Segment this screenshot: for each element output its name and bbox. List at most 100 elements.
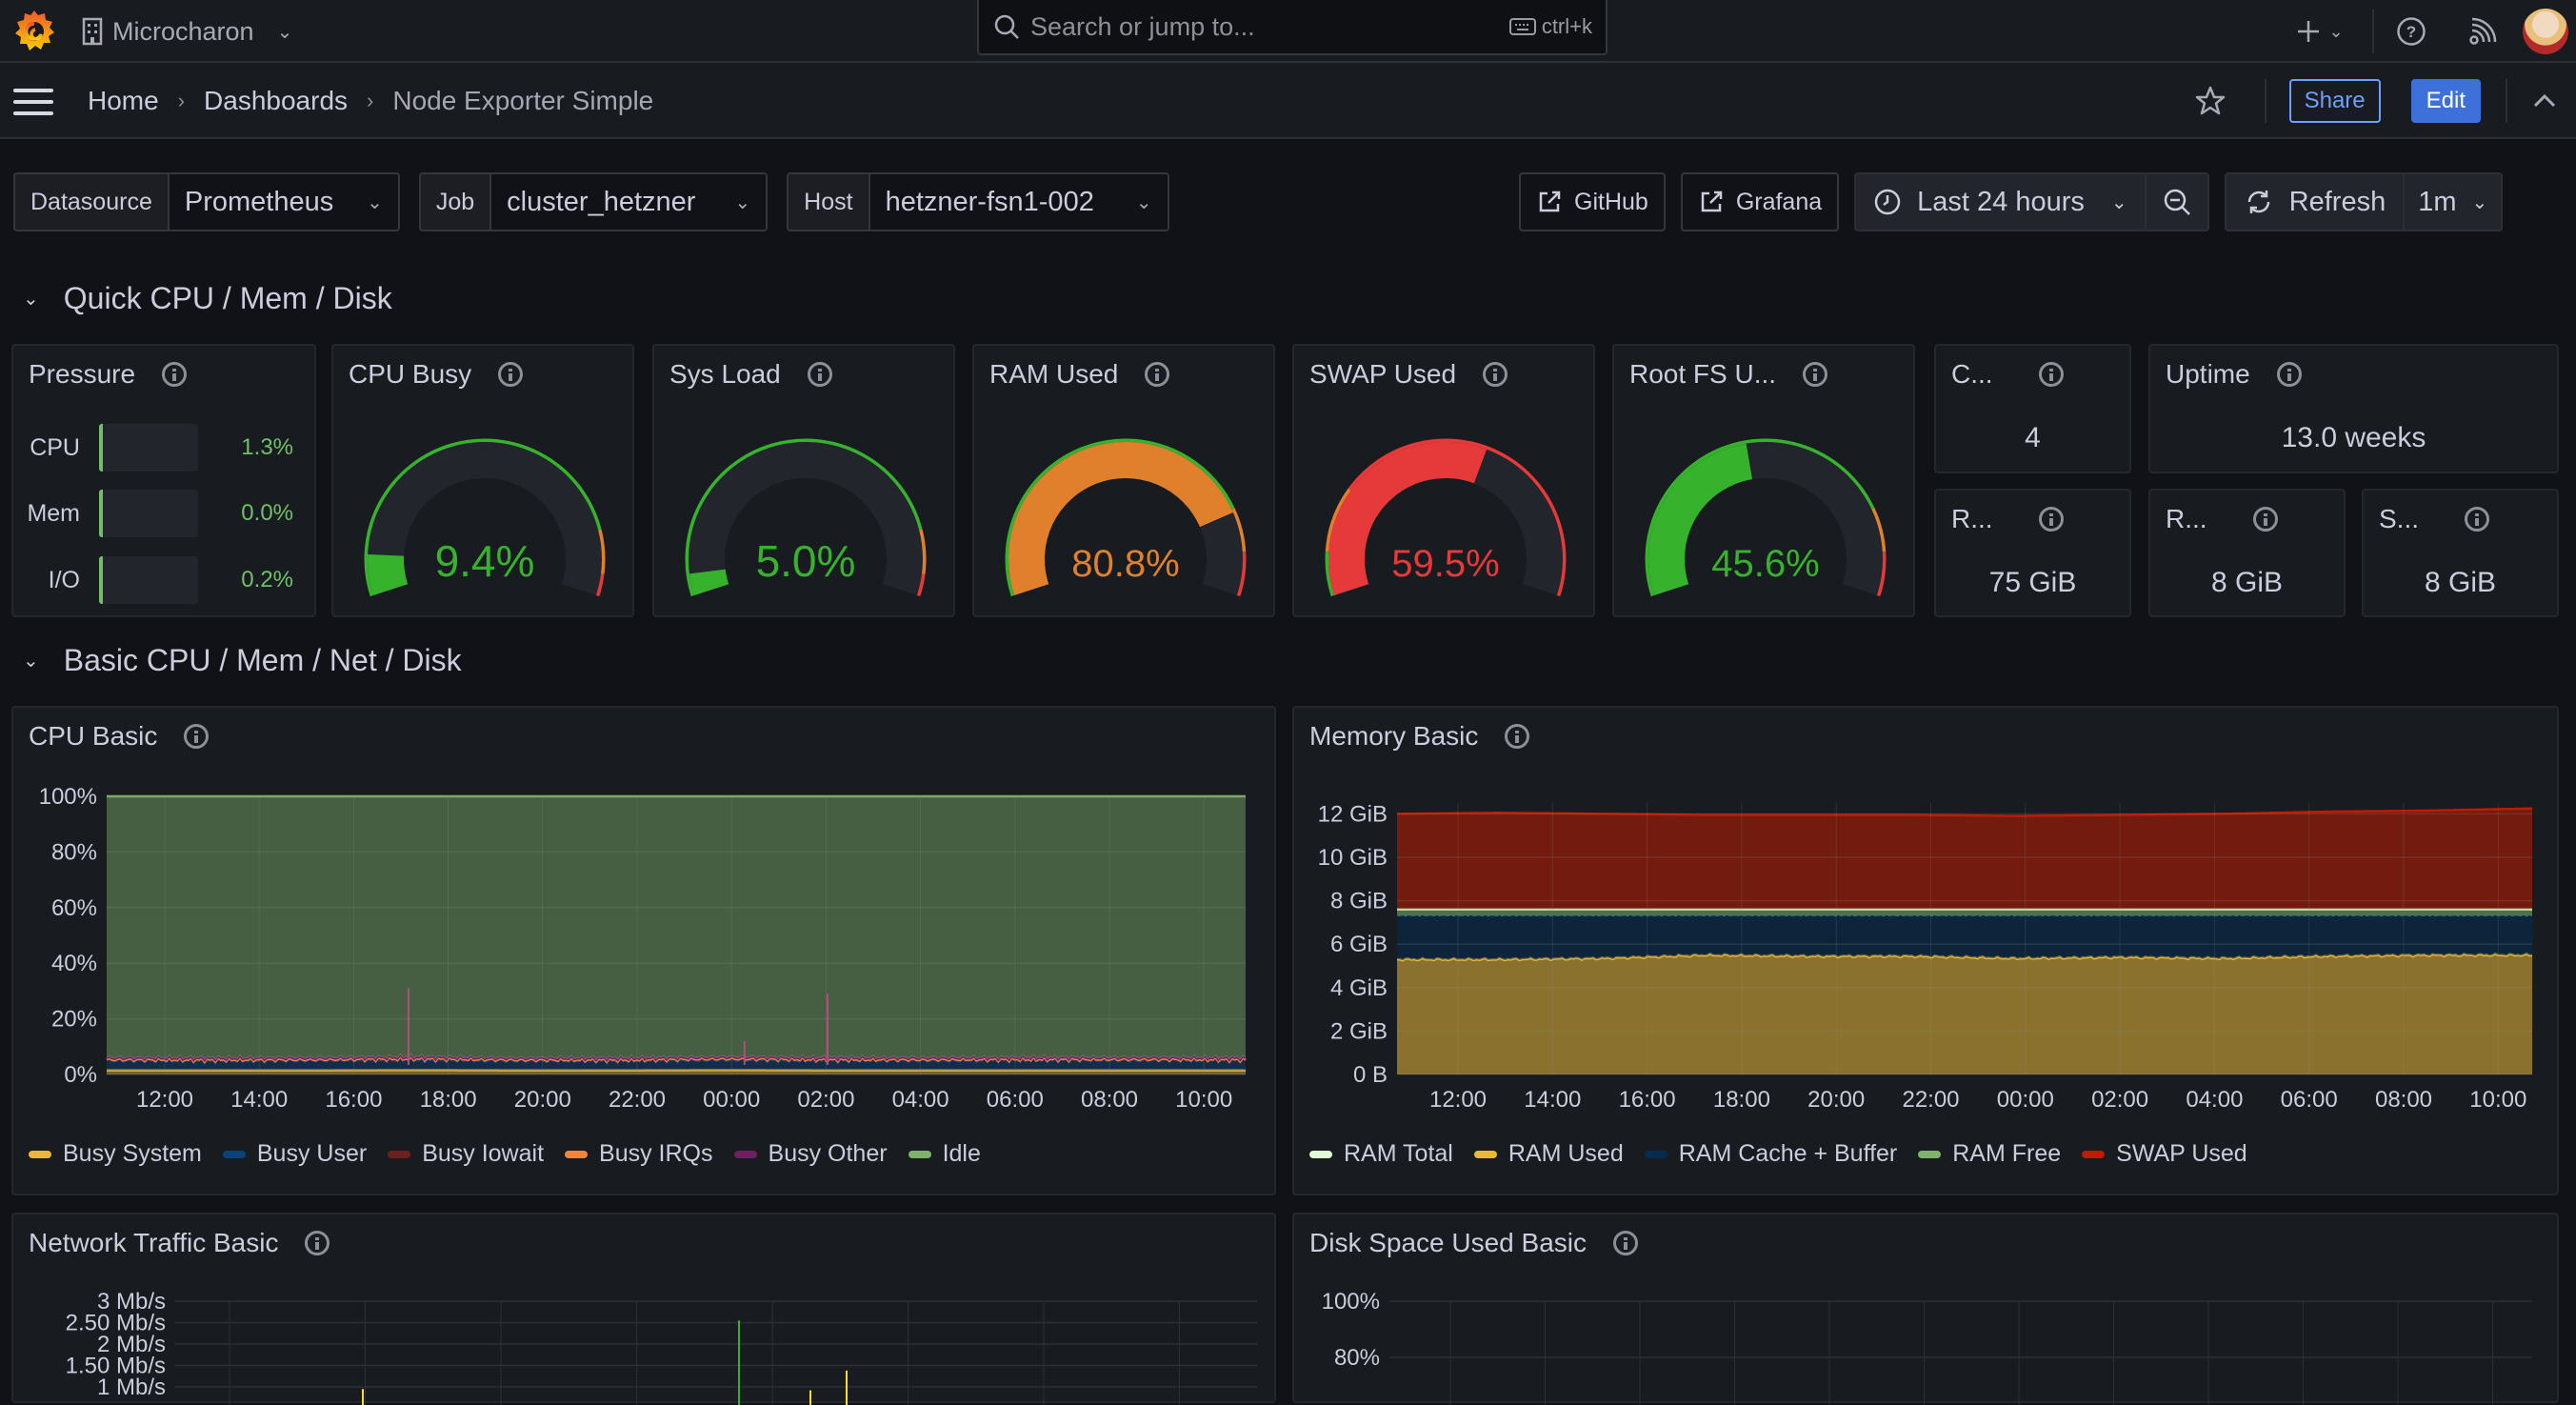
legend-item[interactable]: RAM Total [1309,1140,1453,1168]
search-input[interactable]: Search or jump to... ctrl+k [977,0,1608,55]
help-button[interactable]: ? [2374,16,2448,47]
grafana-logo-icon[interactable] [11,8,57,53]
info-icon[interactable] [1145,362,1169,387]
info-icon[interactable] [2465,507,2489,532]
legend-item[interactable]: RAM Cache + Buffer [1645,1140,1898,1168]
job-select[interactable]: cluster_hetzner⌄ [491,172,768,231]
variable-label: Datasource [13,172,170,231]
x-tick-label: 04:00 [2186,1087,2243,1113]
panel-title: RAM Used [989,359,1169,390]
breadcrumb-bar: Home › Dashboards › Node Exporter Simple… [0,63,2576,139]
panel-title: Uptime [2166,359,2302,390]
org-switcher[interactable]: Microcharon ⌄ [82,10,292,53]
x-tick-label: 12:00 [136,1087,193,1113]
panel-title: Sys Load [669,359,832,390]
gauge: 45.6% [1614,403,1917,612]
x-tick-label: 04:00 [892,1087,949,1113]
panel-ram-total: R... 8 GiB [2148,489,2346,617]
info-icon[interactable] [808,362,832,387]
memory-basic-chart[interactable]: 0 B2 GiB4 GiB6 GiB8 GiB10 GiB12 GiB12:00… [1294,765,2561,1184]
breadcrumb-dashboards[interactable]: Dashboards [204,86,348,116]
x-tick-label: 08:00 [1081,1087,1138,1113]
y-tick-label: 2 GiB [1330,1018,1388,1044]
legend-label: Busy System [63,1140,202,1168]
info-icon[interactable] [2039,507,2064,532]
info-icon[interactable] [1613,1231,1638,1255]
info-icon[interactable] [162,362,187,387]
legend-item[interactable]: Busy User [223,1140,367,1168]
info-icon[interactable] [2039,362,2064,387]
row-title: Basic CPU / Mem / Net / Disk [64,643,462,678]
search-icon [992,12,1021,41]
x-tick-label: 20:00 [1807,1087,1865,1113]
grafana-link[interactable]: Grafana [1681,172,1839,231]
disk-basic-chart[interactable]: 100%80% [1294,1272,2561,1405]
row-header-quick[interactable]: ⌄ Quick CPU / Mem / Disk [23,277,392,319]
dashboard-links: GitHub Grafana Last 24 hours ⌄ Refresh 1… [1519,172,2503,231]
panel-title: C... [1951,359,2064,390]
refresh-button[interactable]: Refresh [2227,174,2404,230]
github-link[interactable]: GitHub [1519,172,1666,231]
new-button[interactable]: ⌄ [2288,19,2351,44]
gauge-value-text: 9.4% [435,536,535,586]
time-range-button[interactable]: Last 24 hours ⌄ [1856,174,2145,230]
legend-swatch [909,1151,931,1158]
chart-legend: RAM Total RAM Used RAM Cache + Buffer RAM F… [1309,1140,2247,1168]
refresh-icon [2244,187,2274,217]
cpu-basic-chart[interactable]: 0%20%40%60%80%100%12:0014:0016:0018:0020… [13,765,1278,1184]
legend-item[interactable]: Busy Other [734,1140,888,1168]
edit-button[interactable]: Edit [2411,79,2481,123]
info-icon[interactable] [1803,362,1827,387]
datasource-select[interactable]: Prometheus⌄ [170,172,400,231]
info-icon[interactable] [1505,724,1529,749]
legend-label: Busy Other [769,1140,888,1168]
breadcrumb-home[interactable]: Home [88,86,159,116]
y-tick-label: 10 GiB [1318,845,1388,871]
variable-job: Job cluster_hetzner⌄ [419,172,768,231]
info-icon[interactable] [2277,362,2302,387]
legend-item[interactable]: Busy Iowait [388,1140,544,1168]
panel-title: Network Traffic Basic [29,1228,329,1258]
refresh-interval-select[interactable]: 1m ⌄ [2403,174,2501,230]
host-select[interactable]: hetzner-fsn1-002⌄ [870,172,1169,231]
legend-item[interactable]: RAM Free [1918,1140,2061,1168]
legend-label: Busy IRQs [599,1140,712,1168]
x-tick-label: 10:00 [2469,1087,2526,1113]
panel-pressure: Pressure CPU1.3% Mem0.0% I/O0.2% [11,344,316,617]
external-link-icon [1698,189,1725,215]
legend-item[interactable]: Idle [909,1140,981,1168]
x-tick-label: 00:00 [1997,1087,2054,1113]
legend-item[interactable]: SWAP Used [2082,1140,2247,1168]
panel-title: R... [2166,504,2278,534]
pressure-row-io: I/O0.2% [27,556,293,604]
legend-swatch [29,1151,51,1158]
legend-item[interactable]: RAM Used [1474,1140,1624,1168]
stat-value: 13.0 weeks [2150,422,2557,454]
star-icon[interactable] [2194,85,2227,117]
info-icon[interactable] [1483,362,1508,387]
legend-item[interactable]: Busy IRQs [565,1140,712,1168]
info-icon[interactable] [305,1231,329,1255]
network-basic-chart[interactable]: 1 Mb/s1.50 Mb/s2 Mb/s2.50 Mb/s3 Mb/s [13,1272,1278,1405]
info-icon[interactable] [498,362,523,387]
info-icon[interactable] [2253,507,2278,532]
menu-toggle-icon[interactable] [13,89,53,115]
share-button[interactable]: Share [2289,79,2381,123]
panel-title: Memory Basic [1309,721,1529,752]
y-tick-label: 100% [39,784,97,810]
zoom-out-button[interactable] [2145,174,2207,230]
legend-item[interactable]: Busy System [29,1140,202,1168]
topnav-actions: ⌄ ? [2288,0,2576,63]
info-icon[interactable] [184,724,209,749]
row-header-basic[interactable]: ⌄ Basic CPU / Mem / Net / Disk [23,639,462,681]
stat-value: 8 GiB [2150,567,2344,599]
panel-rootfs-total: R... 75 GiB [1934,489,2131,617]
gauge-value-text: 45.6% [1711,543,1819,585]
panel-cpu-cores: C... 4 [1934,344,2131,473]
y-tick-label: 40% [51,951,97,976]
x-tick-label: 20:00 [514,1087,571,1113]
chevron-up-icon[interactable] [2532,93,2557,109]
user-avatar[interactable] [2523,9,2568,54]
news-button[interactable] [2448,17,2517,46]
gauge: 9.4% [333,403,636,612]
